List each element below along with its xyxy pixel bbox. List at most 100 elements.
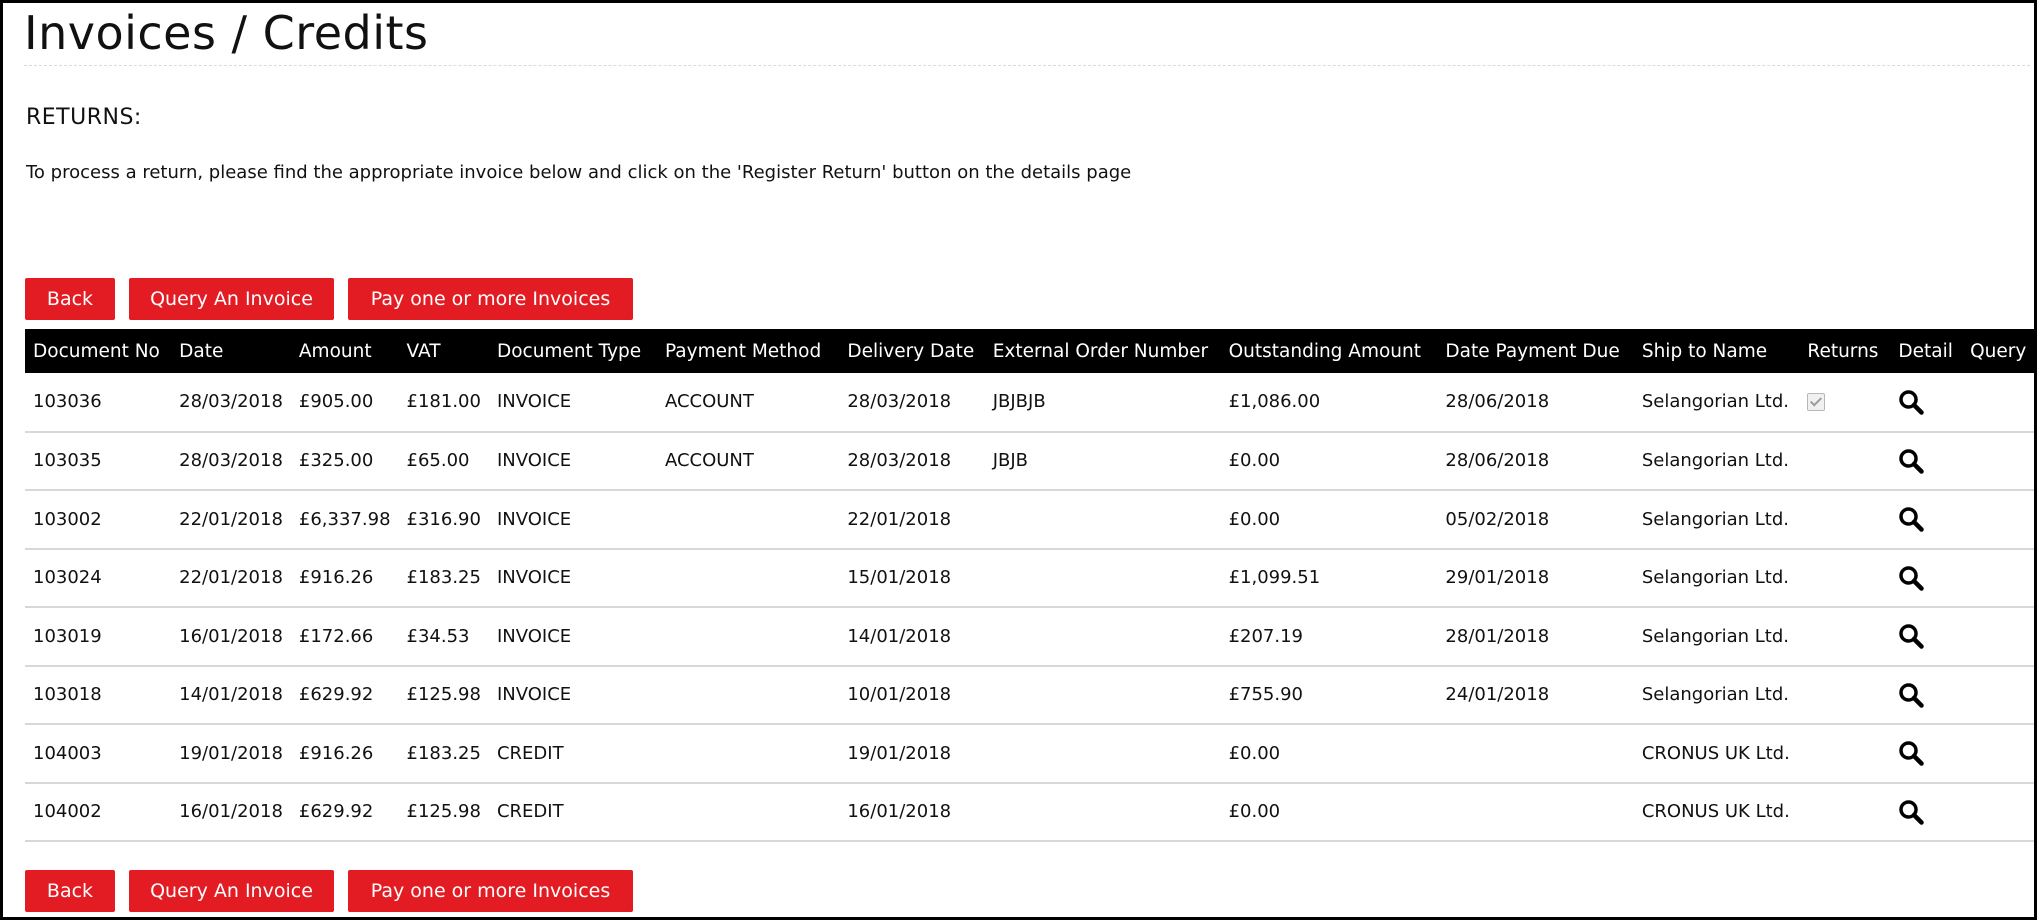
date-payment-due-cell: 28/01/2018	[1445, 625, 1550, 647]
table-row[interactable]: 103036 28/03/2018 £905.00 £181.00 INVOICE ACC…	[25, 373, 2034, 432]
magnifier-icon[interactable]	[1898, 565, 1925, 591]
document-type-cell: INVOICE	[496, 684, 572, 706]
document-no-cell: 103024	[33, 567, 102, 589]
column-header[interactable]: Date	[171, 329, 291, 373]
document-type-cell: INVOICE	[496, 567, 572, 589]
delivery-date-cell: 22/01/2018	[847, 508, 952, 530]
column-header[interactable]: Document No	[25, 329, 171, 373]
amount-cell: £629.92	[298, 684, 374, 706]
table-row[interactable]: 103002 22/01/2018 £6,337.98 £316.90 INVOICE 2…	[25, 490, 2034, 549]
document-type-cell: CREDIT	[496, 742, 564, 764]
outstanding-amount-cell: £1,099.51	[1228, 567, 1321, 589]
magnifier-icon[interactable]	[1898, 448, 1925, 474]
column-header[interactable]: Document Type	[489, 329, 657, 373]
returns-cell	[1799, 432, 1890, 491]
ship-to-name-cell: Selangorian Ltd.	[1641, 391, 1790, 413]
external-order-number-cell	[985, 783, 1221, 842]
returns-cell	[1799, 783, 1890, 842]
external-order-number-cell	[985, 549, 1221, 608]
outstanding-amount-cell: £0.00	[1228, 742, 1281, 764]
checkbox-icon	[1807, 393, 1826, 412]
amount-cell: £916.26	[298, 742, 374, 764]
date-cell: 19/01/2018	[179, 742, 283, 764]
detail-cell	[1890, 490, 1962, 549]
external-order-number-cell	[985, 607, 1221, 666]
amount-cell: £325.00	[298, 450, 374, 472]
pay-invoices-button[interactable]: Pay one or more Invoices	[348, 278, 633, 320]
vat-cell: £65.00	[406, 450, 470, 472]
query-cell	[1962, 666, 2034, 725]
query-invoice-button[interactable]: Query An Invoice	[129, 278, 334, 320]
column-header[interactable]: Payment Method	[657, 329, 839, 373]
column-header[interactable]: Delivery Date	[839, 329, 984, 373]
date-payment-due-cell: 28/06/2018	[1445, 391, 1550, 413]
magnifier-icon[interactable]	[1898, 740, 1925, 766]
returns-instructions: To process a return, please find the app…	[26, 162, 1132, 183]
payment-method-cell	[657, 666, 839, 725]
back-button[interactable]: Back	[25, 870, 115, 912]
magnifier-icon[interactable]	[1898, 506, 1925, 532]
magnifier-icon[interactable]	[1898, 389, 1925, 415]
payment-method-cell	[657, 607, 839, 666]
returns-cell	[1799, 724, 1890, 783]
table-header-row: Document No Date Amount VAT Document Typ…	[25, 329, 2034, 373]
ship-to-name-cell: Selangorian Ltd.	[1641, 450, 1790, 472]
query-invoice-button[interactable]: Query An Invoice	[129, 870, 334, 912]
table-row[interactable]: 103035 28/03/2018 £325.00 £65.00 INVOICE ACCO…	[25, 432, 2034, 491]
document-no-cell: 103018	[33, 684, 102, 706]
top-button-bar: Back Query An Invoice Pay one or more In…	[25, 278, 633, 320]
table-row[interactable]: 103024 22/01/2018 £916.26 £183.25 INVOICE 15/…	[25, 549, 2034, 608]
detail-cell	[1890, 607, 1962, 666]
external-order-number-cell: JBJBJB	[992, 391, 1046, 413]
query-cell	[1962, 549, 2034, 608]
external-order-number-cell	[985, 490, 1221, 549]
query-cell	[1962, 724, 2034, 783]
document-no-cell: 103019	[33, 625, 102, 647]
date-cell: 22/01/2018	[179, 567, 283, 589]
magnifier-icon[interactable]	[1898, 799, 1925, 825]
column-header: Query	[1970, 340, 2027, 362]
delivery-date-cell: 15/01/2018	[847, 567, 952, 589]
magnifier-icon[interactable]	[1898, 682, 1925, 708]
delivery-date-cell: 19/01/2018	[847, 742, 952, 764]
document-type-cell: INVOICE	[496, 450, 572, 472]
payment-method-cell	[657, 549, 839, 608]
table-row[interactable]: 104003 19/01/2018 £916.26 £183.25 CREDIT 19/0…	[25, 724, 2034, 783]
delivery-date-cell: 14/01/2018	[847, 625, 952, 647]
table-row[interactable]: 103019 16/01/2018 £172.66 £34.53 INVOICE 14/0…	[25, 607, 2034, 666]
delivery-date-cell: 28/03/2018	[847, 391, 952, 413]
date-cell: 28/03/2018	[179, 450, 283, 472]
date-payment-due-cell: 29/01/2018	[1445, 567, 1550, 589]
amount-cell: £172.66	[298, 625, 374, 647]
back-button[interactable]: Back	[25, 278, 115, 320]
ship-to-name-cell: Selangorian Ltd.	[1641, 567, 1790, 589]
query-cell	[1962, 783, 2034, 842]
payment-method-cell	[657, 490, 839, 549]
vat-cell: £181.00	[406, 391, 481, 413]
payment-method-cell: ACCOUNT	[664, 391, 754, 413]
column-header[interactable]: External Order Number	[985, 329, 1221, 373]
column-header[interactable]: Amount	[291, 329, 399, 373]
delivery-date-cell: 10/01/2018	[847, 684, 952, 706]
payment-method-cell	[657, 783, 839, 842]
detail-cell	[1890, 724, 1962, 783]
amount-cell: £629.92	[298, 801, 374, 823]
column-header[interactable]: Outstanding Amount	[1221, 329, 1438, 373]
outstanding-amount-cell: £0.00	[1228, 508, 1281, 530]
returns-cell	[1799, 607, 1890, 666]
pay-invoices-button[interactable]: Pay one or more Invoices	[348, 870, 633, 912]
table-row[interactable]: 104002 16/01/2018 £629.92 £125.98 CREDIT 16/0…	[25, 783, 2034, 842]
column-header[interactable]: VAT	[399, 329, 489, 373]
document-type-cell: INVOICE	[496, 625, 572, 647]
document-no-cell: 104003	[33, 742, 102, 764]
magnifier-icon[interactable]	[1898, 623, 1925, 649]
bottom-button-bar: Back Query An Invoice Pay one or more In…	[25, 870, 633, 912]
column-header[interactable]: Ship to Name	[1634, 329, 1800, 373]
outstanding-amount-cell: £207.19	[1228, 625, 1304, 647]
payment-method-cell: ACCOUNT	[664, 450, 754, 472]
column-header[interactable]: Date Payment Due	[1437, 329, 1633, 373]
returns-cell	[1799, 549, 1890, 608]
date-cell: 28/03/2018	[179, 391, 283, 413]
date-payment-due-cell: 28/06/2018	[1445, 450, 1550, 472]
table-row[interactable]: 103018 14/01/2018 £629.92 £125.98 INVOICE 10/…	[25, 666, 2034, 725]
